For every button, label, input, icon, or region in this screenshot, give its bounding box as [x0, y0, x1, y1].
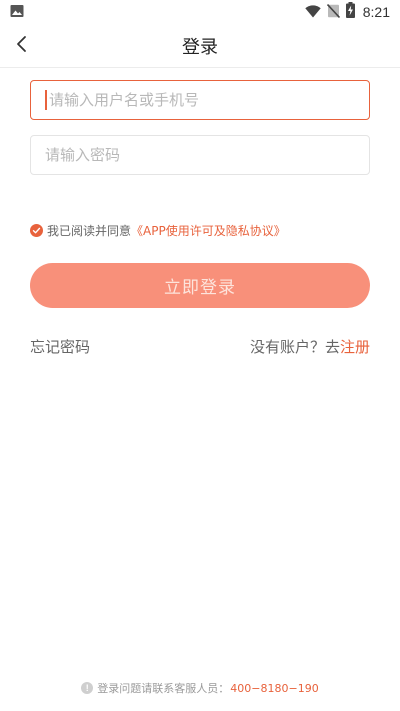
support-phone[interactable]: 400−8180−190: [230, 682, 318, 695]
status-bar: 8:21: [0, 0, 400, 24]
wifi-icon: [305, 3, 321, 22]
agreement-link[interactable]: 《APP使用许可及隐私协议》: [131, 222, 286, 239]
chevron-left-icon: [15, 35, 29, 57]
text-cursor: [45, 90, 47, 110]
page-title: 登录: [182, 36, 218, 58]
status-time: 8:21: [362, 4, 390, 20]
agreement-checkbox[interactable]: [30, 224, 43, 237]
back-button[interactable]: [6, 30, 38, 62]
no-signal-icon: [326, 3, 340, 22]
support-text: 登录问题请联系客服人员：: [97, 682, 230, 695]
status-right: 8:21: [305, 2, 390, 22]
username-field[interactable]: [30, 80, 370, 120]
image-icon: [10, 3, 24, 22]
info-icon: !: [81, 682, 94, 694]
register-prompt: 没有账户？去注册: [250, 336, 370, 357]
support-footer: ! 登录问题请联系客服人员： 400−8180−190: [0, 680, 400, 696]
register-link[interactable]: 注册: [340, 338, 370, 356]
login-button[interactable]: 立即登录: [30, 263, 370, 308]
forgot-password-link[interactable]: 忘记密码: [30, 336, 90, 357]
no-account-text: 没有账户？去: [249, 338, 340, 356]
agreement-text: 我已阅读并同意: [47, 224, 132, 238]
status-left: [10, 3, 24, 22]
username-input[interactable]: [49, 91, 355, 109]
app-bar: 登录: [0, 24, 400, 68]
checkmark-icon: [32, 227, 41, 234]
agreement-row: 我已阅读并同意 《APP使用许可及隐私协议》: [30, 222, 286, 239]
battery-charging-icon: [345, 2, 355, 22]
password-input[interactable]: [45, 146, 355, 164]
password-field[interactable]: [30, 135, 370, 175]
link-row: 忘记密码 没有账户？去注册: [30, 336, 370, 357]
